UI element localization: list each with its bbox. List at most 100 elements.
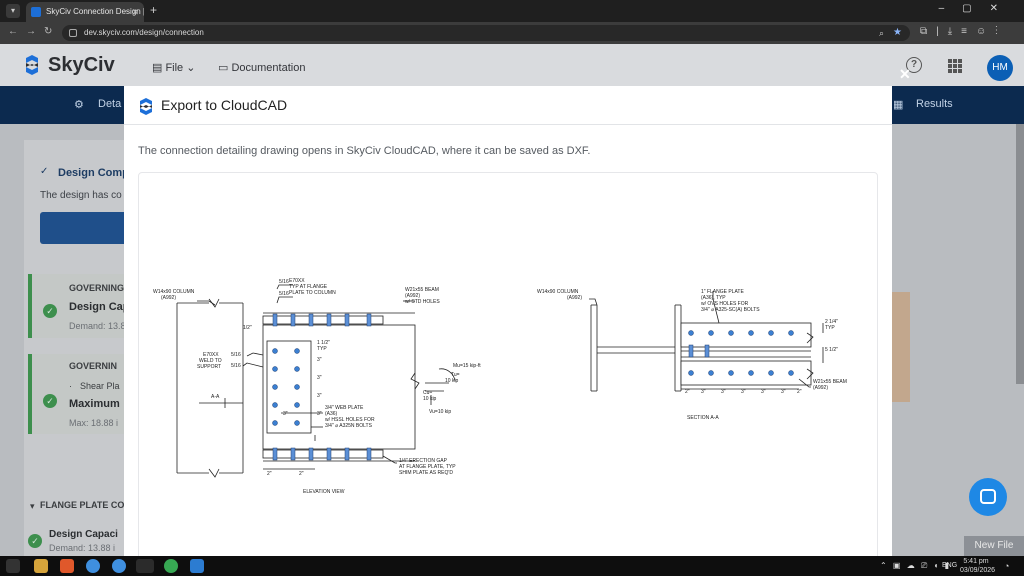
label-std-holes: w/ STD HOLES (405, 299, 440, 305)
section-label-grade: (A992) (567, 295, 582, 301)
label-bottom-dim: 2" (299, 471, 304, 477)
nav-icon-details: ⚙ (74, 99, 84, 111)
pass-check-icon: ✓ (28, 534, 42, 548)
label-column-grade: (A992) (161, 295, 176, 301)
label-a325n: 3/4" ⌀ A325N BOLTS (325, 423, 373, 429)
demand-text-2: Demand: 13.88 i (49, 543, 116, 553)
label-section-aa: A-A (211, 394, 220, 400)
label-weld-b: 5/16 (279, 291, 289, 297)
file-menu[interactable]: ▤ File ⌄ (152, 61, 195, 74)
skyciv-logo-icon (26, 55, 38, 75)
break-symbol (208, 298, 220, 308)
logo-text: SkyCiv (48, 54, 115, 76)
nav-tab-results[interactable]: Results (916, 98, 953, 110)
connection-drawing: W14x90 COLUMN (A992) 5/16 5/16 E70XX TYP… (153, 278, 847, 495)
browser-tab-bar: ▾ SkyCiv Connection Design | Sky ✕ + –▢✕ (0, 0, 1024, 22)
section-dim: 2" (685, 389, 690, 395)
browser-extension-icons[interactable]: ⧉|⤓≡☺⋮ (920, 26, 1007, 37)
tab-close-icon[interactable]: ✕ (131, 2, 139, 22)
section-dim: 3" (701, 389, 706, 395)
background-3d-model (892, 292, 910, 402)
label-pitch: 3" (317, 393, 322, 399)
design-capacity-label-2: Design Capaci (49, 529, 118, 540)
section-dim: 2" (797, 389, 802, 395)
drawing-preview: W14x90 COLUMN (A992) 5/16 5/16 E70XX TYP… (138, 172, 878, 556)
chrome-icon[interactable] (86, 559, 100, 573)
start-icon[interactable] (6, 559, 20, 573)
label-gauge: 3" (283, 411, 288, 417)
chrome-active-icon[interactable] (136, 559, 154, 573)
governing-label-2: GOVERNIN (69, 361, 118, 371)
zoom-icon[interactable]: ⌕ (879, 25, 884, 41)
bullet-icon: · (69, 381, 72, 391)
address-bar[interactable]: dev.skyciv.com/design/connection ⌕ ★ (62, 25, 910, 41)
bottom-flange-plate (262, 449, 384, 459)
clock-time: 5:41 pm (963, 558, 989, 565)
top-flange-plate (262, 315, 384, 325)
section-label-a325sc: 3/4" ⌀ A325-SC(A) BOLTS (701, 307, 760, 313)
window-controls[interactable]: –▢✕ (939, 3, 1016, 14)
modal-description: The connection detailing drawing opens i… (138, 145, 591, 157)
label-plate-to-column: PLATE TO COLUMN (289, 290, 336, 296)
section-dim-mid: 5 1/2" (825, 347, 838, 353)
label-weld-c: 5/16 (231, 352, 241, 358)
brave-browser-icon[interactable] (60, 559, 74, 573)
flange-plate-section-title[interactable]: FLANGE PLATE CO (40, 500, 124, 510)
chat-button[interactable] (969, 478, 1007, 516)
file-menu-label: File (165, 62, 184, 74)
system-tray[interactable]: ⌃ ▣ ☁ ⎚ ◖ ▮ (880, 561, 951, 571)
label-mu: Mu=15 kip-ft (453, 363, 481, 369)
notification-bell-icon[interactable]: ◔ (1004, 561, 1009, 571)
max-text: Max: 18.88 i (69, 418, 119, 428)
user-avatar[interactable]: HM (987, 55, 1013, 81)
label-half: 1/2" (243, 325, 252, 331)
caret-down-icon: ▾ (30, 501, 35, 511)
label-pitch: 3" (317, 357, 322, 363)
new-file-button[interactable]: New File (964, 536, 1024, 556)
apps-grid-icon[interactable] (948, 59, 962, 73)
site-info-icon[interactable] (69, 29, 77, 37)
cloudcad-logo-icon (140, 98, 152, 115)
browser-tab[interactable]: SkyCiv Connection Design | Sky ✕ (26, 2, 144, 22)
tab-search-button[interactable]: ▾ (6, 4, 20, 18)
modal-title: Export to CloudCAD (161, 97, 288, 113)
modal-close-icon[interactable]: ✕ (899, 66, 911, 83)
chat-icon (980, 489, 996, 504)
new-tab-button[interactable]: + (150, 3, 157, 17)
clock[interactable]: 5:41 pm 03/09/2026 (960, 557, 996, 575)
section-label-beam-grade: (A992) (813, 385, 828, 391)
label-weld-a: 5/16 (279, 279, 289, 285)
label-pitch: 3" (317, 411, 322, 417)
back-icon[interactable]: ← (8, 26, 18, 37)
os-taskbar: ⌃ ▣ ☁ ⎚ ◖ ▮ ENG 5:41 pm 03/09/2026 ◔ (0, 556, 1024, 576)
pass-check-icon: ✓ (43, 304, 57, 318)
browser-tab-title: SkyCiv Connection Design | Sky (46, 7, 144, 16)
section-dim-typ: TYP (825, 325, 835, 331)
section-caption: SECTION A-A (687, 415, 719, 421)
forward-icon[interactable]: → (26, 26, 36, 37)
vscode-icon[interactable] (190, 559, 204, 573)
label-tu-value: 10 kip (445, 378, 459, 384)
elevation-caption: ELEVATION VIEW (303, 489, 345, 495)
shear-plate-item: Shear Pla (80, 381, 120, 391)
label-shim: SHIM PLATE AS REQ'D (399, 470, 453, 476)
app-icon[interactable] (164, 559, 178, 573)
label-weld-d: 5/16 (231, 363, 241, 369)
file-explorer-icon[interactable] (34, 559, 48, 573)
chrome-profile-icon[interactable] (112, 559, 126, 573)
chevron-down-icon: ⌄ (186, 62, 196, 74)
label-bottom-dim: 2" (267, 471, 272, 477)
nav-tab-details[interactable]: Deta (98, 98, 121, 110)
web-bolt (272, 348, 278, 354)
label-cu-value: 10 kip (423, 396, 437, 402)
clock-date: 03/09/2026 (960, 567, 996, 574)
reload-icon[interactable]: ↻ (44, 26, 52, 37)
results-icon: ▦ (893, 99, 904, 111)
design-capacity-label: Design Cap (69, 301, 130, 313)
language-indicator[interactable]: ENG (942, 562, 957, 569)
bookmark-star-icon[interactable]: ★ (893, 25, 902, 41)
page-scrollbar[interactable] (1016, 124, 1024, 384)
file-menu-icon: ▤ (152, 62, 166, 74)
maximum-label: Maximum (69, 398, 120, 410)
documentation-link[interactable]: ▭ Documentation (218, 61, 305, 74)
